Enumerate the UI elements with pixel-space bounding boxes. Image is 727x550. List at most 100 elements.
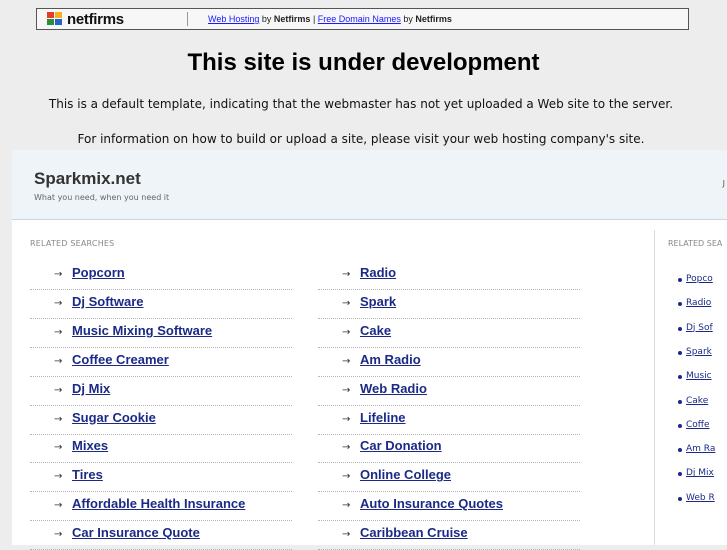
related-link-row: → Affordable Health Insurance xyxy=(30,492,292,522)
side-related-link-text: Music xyxy=(686,371,712,382)
side-related-link[interactable]: Spark xyxy=(678,346,712,357)
related-search-link[interactable]: Mixes xyxy=(72,438,108,453)
arrow-right-icon: → xyxy=(54,471,63,483)
related-search-link[interactable]: Coffee Creamer xyxy=(72,352,169,367)
netfirms-logo-text: netfirms xyxy=(67,10,124,28)
related-link-row: → Sugar Cookie xyxy=(30,406,292,435)
related-search-link[interactable]: Spark xyxy=(360,294,396,309)
side-related-link-text: Cake xyxy=(686,395,709,406)
related-search-link[interactable]: Music Mixing Software xyxy=(72,323,212,338)
site-name[interactable]: Sparkmix.net xyxy=(34,169,141,189)
side-related-link-text: Radio xyxy=(686,298,712,309)
bullet-icon xyxy=(678,302,682,307)
info-line-template: This is a default template, indicating t… xyxy=(48,97,674,111)
arrow-right-icon: → xyxy=(342,529,351,541)
related-search-link[interactable]: Tires xyxy=(72,467,103,482)
banner-brand-1: Netfirms xyxy=(273,14,311,24)
side-related-link-text: Coffe xyxy=(686,419,710,430)
side-related-link[interactable]: Dj Mix xyxy=(678,468,714,479)
bullet-icon xyxy=(678,448,682,453)
arrow-right-icon: → xyxy=(54,355,63,367)
arrow-right-icon: → xyxy=(54,413,63,425)
related-link-row: → Auto Insurance Quotes xyxy=(318,492,580,522)
bullet-icon xyxy=(678,375,682,380)
side-related-link[interactable]: Dj Sof xyxy=(678,322,713,333)
related-link-row: → Caribbean Cruise xyxy=(318,521,580,550)
bullet-icon xyxy=(678,278,682,282)
related-search-link[interactable]: Radio xyxy=(360,265,396,280)
side-related-link[interactable]: Music xyxy=(678,371,712,382)
related-search-link[interactable]: Cake xyxy=(360,323,391,338)
arrow-right-icon: → xyxy=(342,442,351,454)
related-link-row: → Coffee Creamer xyxy=(30,348,292,377)
related-searches-label: RELATED SEARCHES xyxy=(30,239,115,248)
arrow-right-icon: → xyxy=(342,471,351,483)
related-link-row: → Mixes xyxy=(30,434,292,464)
related-search-link[interactable]: Car Donation xyxy=(360,438,442,453)
info-line-hosting: For information on how to build or uploa… xyxy=(77,132,645,146)
banner-links: Web Hosting by Netfirms | Free Domain Na… xyxy=(208,14,452,24)
side-related-searches-label: RELATED SEA xyxy=(668,239,723,248)
related-link-row: → Car Donation xyxy=(318,434,580,464)
arrow-right-icon: → xyxy=(54,384,63,396)
netfirms-banner: netfirms Web Hosting by Netfirms | Free … xyxy=(36,8,689,30)
netfirms-logo-icon xyxy=(47,12,65,26)
related-search-link[interactable]: Web Radio xyxy=(360,381,427,396)
web-hosting-link[interactable]: Web Hosting xyxy=(208,14,259,24)
side-related-link[interactable]: Radio xyxy=(678,298,712,309)
side-related-link[interactable]: Cake xyxy=(678,395,709,406)
arrow-right-icon: → xyxy=(342,297,351,309)
related-link-row: → Web Radio xyxy=(318,377,580,406)
side-related-link-text: Am Ra xyxy=(686,444,716,455)
related-search-link[interactable]: Lifeline xyxy=(360,410,406,425)
arrow-right-icon: → xyxy=(342,500,351,512)
related-link-row: → Dj Mix xyxy=(30,377,292,406)
related-link-row: → Tires xyxy=(30,463,292,493)
banner-by-1: by xyxy=(261,14,272,24)
arrow-right-icon: → xyxy=(342,384,351,396)
side-related-link[interactable]: Popco xyxy=(678,274,713,284)
banner-separator: | xyxy=(312,14,316,24)
side-related-link[interactable]: Am Ra xyxy=(678,444,716,455)
related-search-link[interactable]: Auto Insurance Quotes xyxy=(360,496,503,511)
related-link-row: → Am Radio xyxy=(318,348,580,377)
related-link-row: → Spark xyxy=(318,290,580,319)
bullet-icon xyxy=(678,496,682,501)
related-search-link[interactable]: Popcorn xyxy=(72,265,125,280)
related-search-link[interactable]: Sugar Cookie xyxy=(72,410,156,425)
related-link-row: → Radio xyxy=(318,261,580,290)
netfirms-logo[interactable]: netfirms xyxy=(47,11,187,28)
related-link-row: → Online College xyxy=(318,463,580,493)
side-related-link-text: Dj Mix xyxy=(686,468,714,479)
bullet-icon xyxy=(678,326,682,331)
side-related-link[interactable]: Web R xyxy=(678,492,715,503)
arrow-right-icon: → xyxy=(342,355,351,367)
related-link-row: → Dj Software xyxy=(30,290,292,319)
related-search-link[interactable]: Dj Software xyxy=(72,294,144,309)
bullet-icon xyxy=(678,423,682,428)
page-headline: This site is under development xyxy=(187,49,540,76)
related-link-row: → Music Mixing Software xyxy=(30,319,292,348)
arrow-right-icon: → xyxy=(54,297,63,309)
bullet-icon xyxy=(678,350,682,355)
side-related-link-text: Popco xyxy=(686,274,713,284)
arrow-right-icon: → xyxy=(54,326,63,338)
related-search-link[interactable]: Am Radio xyxy=(360,352,421,367)
side-related-link-text: Web R xyxy=(686,492,715,503)
related-search-link[interactable]: Car Insurance Quote xyxy=(72,525,200,540)
banner-by-2: by xyxy=(403,14,413,24)
parked-page-panel: Sparkmix.net What you need, when you nee… xyxy=(12,150,727,550)
free-domain-names-link[interactable]: Free Domain Names xyxy=(318,14,401,24)
related-link-row: → Car Insurance Quote xyxy=(30,521,292,550)
related-link-row: → Popcorn xyxy=(30,261,292,290)
related-search-link[interactable]: Caribbean Cruise xyxy=(360,525,468,540)
side-related-link-text: Dj Sof xyxy=(686,322,713,333)
site-tagline: What you need, when you need it xyxy=(34,193,170,202)
related-search-link[interactable]: Online College xyxy=(360,467,451,482)
related-search-link[interactable]: Dj Mix xyxy=(72,381,110,396)
side-related-link-text: Spark xyxy=(686,346,712,357)
arrow-right-icon: → xyxy=(54,442,63,454)
side-related-link[interactable]: Coffe xyxy=(678,419,710,430)
related-link-row: → Cake xyxy=(318,319,580,348)
related-search-link[interactable]: Affordable Health Insurance xyxy=(72,496,245,511)
